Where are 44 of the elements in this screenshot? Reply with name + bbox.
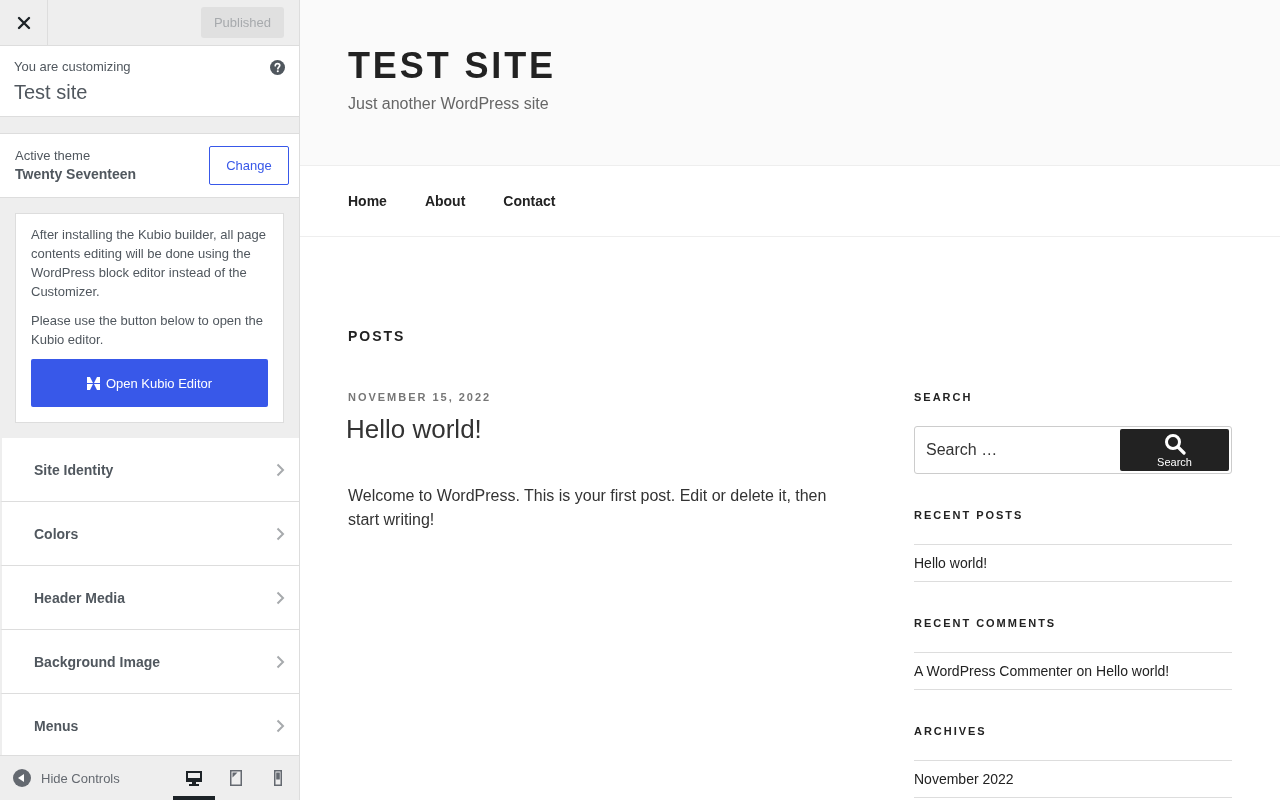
hide-controls-button[interactable]: Hide Controls — [0, 756, 173, 800]
nav-link[interactable]: Contact — [503, 193, 556, 209]
nav-link[interactable]: About — [424, 193, 466, 209]
nav-link[interactable]: Home — [348, 193, 387, 209]
section-item[interactable]: Background Image — [0, 630, 299, 694]
notice-text: Please use the button below to open the Kubio editor. — [31, 312, 264, 349]
site-title[interactable]: TEST SITE — [348, 44, 556, 88]
open-editor-button[interactable]: Open Kubio Editor — [31, 359, 268, 407]
section-item[interactable]: Header Media — [0, 566, 299, 630]
chevron-right-icon — [276, 462, 285, 477]
chevron-right-icon — [276, 590, 285, 605]
chevron-right-icon — [276, 526, 285, 541]
customizing-caption: You are customizing — [14, 59, 131, 74]
comment-joiner-text: on — [1076, 662, 1093, 680]
help-icon[interactable] — [270, 60, 285, 75]
widget-link[interactable]: November 2022 — [914, 770, 1014, 788]
section-item[interactable]: Colors — [0, 502, 299, 566]
chevron-right-icon — [276, 654, 285, 669]
desktop-icon — [184, 768, 204, 788]
section-item[interactable]: Menus — [0, 694, 299, 755]
close-icon — [16, 15, 31, 30]
search-icon — [1163, 432, 1186, 455]
section-item[interactable]: Site Identity — [0, 438, 299, 502]
post-date[interactable]: NOVEMBER 15, 2022 — [348, 390, 492, 404]
post-body: Welcome to WordPress. This is your first post. Edit or delete it, then start writing! — [348, 486, 828, 530]
widget-title: RECENT COMMENTS — [914, 616, 1057, 630]
widget-title: ARCHIVES — [914, 724, 987, 738]
bowtie-logo-icon — [86, 376, 100, 390]
search-button[interactable]: Search — [1120, 429, 1229, 471]
comment-author-link[interactable]: A WordPress Commenter — [914, 662, 1073, 680]
site-name: Test site — [14, 81, 89, 104]
site-tagline: Just another WordPress site — [348, 94, 549, 114]
widget-link[interactable]: Hello world! — [914, 554, 988, 572]
theme-name: Twenty Seventeen — [15, 166, 137, 183]
page-heading: POSTS — [348, 327, 406, 345]
chevron-right-icon — [276, 718, 285, 733]
comment-post-link[interactable]: Hello world! — [1096, 662, 1170, 680]
widget-title: RECENT POSTS — [914, 508, 1024, 522]
collapse-left-icon — [13, 769, 31, 787]
notice-text: After installing the Kubio builder, all page contents editing will be done using the WordPress block editor instead of the Customizer. — [31, 226, 267, 301]
active-theme-caption: Active theme — [15, 148, 92, 163]
post-title[interactable]: Hello world! — [346, 412, 482, 446]
widget-title: SEARCH — [914, 390, 973, 404]
change-theme-button[interactable]: Change — [209, 146, 289, 185]
